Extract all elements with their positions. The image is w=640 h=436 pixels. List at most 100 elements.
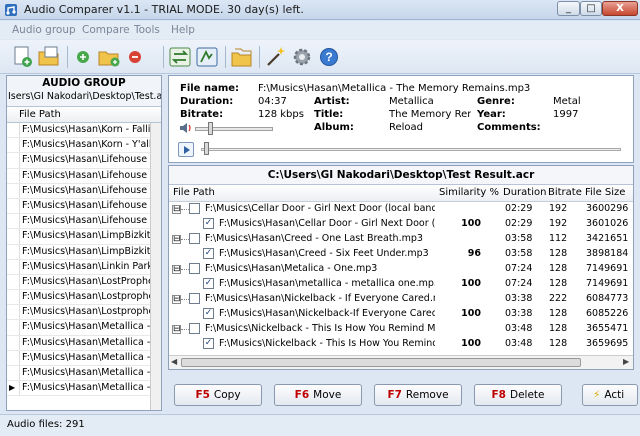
file-list-row[interactable]: F:\Musics\Hasan\Metallica - As (7, 335, 161, 351)
row-checkbox[interactable] (189, 233, 200, 244)
result-group-row[interactable]: ⊟ F:\Musics\Hasan\Creed - One Last Breath… (169, 232, 633, 247)
file-list-row[interactable]: F:\Musics\Hasan\Metallica - Fa (7, 366, 161, 382)
row-checkbox[interactable] (189, 323, 200, 334)
wizard-icon[interactable] (262, 44, 288, 70)
column-file-size[interactable]: File Size (585, 187, 625, 198)
row-checkbox[interactable]: ✓ (203, 248, 214, 259)
close-button[interactable]: X (602, 1, 638, 16)
left-scrollbar[interactable] (150, 123, 161, 410)
speaker-icon (180, 123, 191, 133)
file-list-row[interactable]: F:\Musics\Hasan\LimpBizkit - F (7, 229, 161, 245)
collapse-icon[interactable]: ⊟ (172, 295, 181, 304)
menu-compare[interactable]: Compare (82, 24, 130, 36)
file-path-cell: F:\Musics\Hasan\LimpBizkit - Sh (19, 244, 161, 259)
position-slider[interactable] (201, 148, 621, 151)
file-path-cell: F:\Musics\Hasan\Korn - Y'all W (19, 138, 161, 153)
volume-slider-thumb[interactable] (207, 122, 213, 135)
file-list-row[interactable]: F:\Musics\Hasan\Lostprophets (7, 305, 161, 321)
file-list-row[interactable]: F:\Musics\Hasan\Lifehouse - S (7, 183, 161, 199)
file-size-cell: 3600296 (586, 203, 629, 214)
minimize-button[interactable]: _ (557, 1, 580, 16)
svg-text:?: ? (325, 50, 332, 64)
settings-icon[interactable] (289, 44, 315, 70)
column-duration[interactable]: Duration (503, 187, 546, 198)
file-list-row[interactable]: F:\Musics\Hasan\Korn - Y'all W (7, 138, 161, 154)
file-list-row[interactable]: F:\Musics\Hasan\Lifehouse - H (7, 168, 161, 184)
lightning-icon: ⚡ (593, 389, 601, 401)
collapse-icon[interactable]: ⊟ (172, 265, 181, 274)
copy-button[interactable]: F5 Copy (174, 384, 262, 406)
bitrate-cell: 128 (549, 263, 568, 274)
results-panel: C:\Users\GI Nakodari\Desktop\Test Result… (168, 165, 634, 370)
file-path-cell: F:\Musics\Hasan\LostProphets (19, 274, 161, 290)
file-list-row[interactable]: ▶ F:\Musics\Hasan\Metallica - Th (7, 381, 161, 397)
file-list-row[interactable]: F:\Musics\Hasan\Lostprophets (7, 290, 161, 306)
file-list-row[interactable]: F:\Musics\Hasan\Metallica - Er (7, 350, 161, 366)
row-checkbox[interactable]: ✓ (203, 218, 214, 229)
remove-button[interactable]: F7 Remove (374, 384, 462, 406)
result-match-row[interactable]: ✓ F:\Musics\Hasan\Nickelback-If Everyone … (169, 307, 633, 322)
collapse-icon[interactable]: ⊟ (172, 325, 181, 334)
result-group-row[interactable]: ⊟ F:\Musics\Cellar Door - Girl Next Door … (169, 202, 633, 217)
audio-group-header: AUDIO GROUP (7, 76, 161, 91)
menu-help[interactable]: Help (171, 24, 195, 36)
row-checkbox[interactable]: ✓ (203, 278, 214, 289)
row-checkbox[interactable]: ✓ (203, 308, 214, 319)
column-file-path[interactable]: File Path (7, 107, 161, 123)
column-bitrate[interactable]: Bitrate (548, 187, 582, 198)
file-size-cell: 6084773 (586, 293, 629, 304)
result-match-row[interactable]: ✓ F:\Musics\Hasan\metallica - metallica o… (169, 277, 633, 292)
file-list-row[interactable]: F:\Musics\Hasan\Lifehouse - F (7, 153, 161, 169)
result-file-path: C:\Users\GI Nakodari\Desktop\Test Result… (169, 166, 633, 185)
scroll-left-icon[interactable]: ◀ (171, 357, 177, 366)
column-file-path[interactable]: File Path (173, 187, 215, 198)
remove-label: Remove (405, 389, 449, 401)
compare-files-icon[interactable] (194, 44, 220, 70)
result-match-row[interactable]: ✓ F:\Musics\Nickelback - This Is How You … (169, 337, 633, 352)
collapse-icon[interactable]: ⊟ (172, 205, 181, 214)
file-list-row[interactable]: F:\Musics\Hasan\Korn - Falling (7, 123, 161, 139)
column-similarity[interactable]: Similarity % (439, 187, 499, 198)
file-list-row[interactable]: F:\Musics\Hasan\Linkin Park - (7, 259, 161, 275)
play-button[interactable] (178, 142, 194, 157)
add-folder-icon[interactable] (96, 44, 122, 70)
similarity-cell: 96 (467, 248, 481, 259)
delete-button[interactable]: F8 Delete (474, 384, 562, 406)
result-path: F:\Musics\Hasan\metallica - metallica on… (219, 278, 435, 289)
scrollbar-thumb[interactable] (181, 358, 581, 367)
scroll-right-icon[interactable]: ▶ (623, 357, 629, 366)
file-list-row[interactable]: F:\Musics\Hasan\Lifehouse - Y (7, 198, 161, 215)
row-checkbox[interactable] (189, 293, 200, 304)
collapse-icon[interactable]: ⊟ (172, 235, 181, 244)
help-icon[interactable]: ? (316, 44, 342, 70)
move-button[interactable]: F6 Move (274, 384, 362, 406)
row-checkbox[interactable] (189, 263, 200, 274)
row-checkbox[interactable]: ✓ (203, 338, 214, 349)
row-checkbox[interactable] (189, 203, 200, 214)
position-slider-thumb[interactable] (204, 142, 209, 155)
menu-tools[interactable]: Tools (134, 24, 160, 36)
result-match-row[interactable]: ✓ F:\Musics\Hasan\Cellar Door - Girl Next… (169, 217, 633, 232)
folders-icon[interactable] (229, 44, 255, 70)
results-horizontal-scrollbar[interactable]: ◀ ▶ (169, 355, 633, 369)
file-list-row[interactable]: F:\Musics\Hasan\LostProphets (7, 274, 161, 291)
file-list-row[interactable]: F:\Musics\Hasan\LimpBizkit - Sh (7, 244, 161, 260)
remove-icon[interactable] (122, 44, 148, 70)
add-file-icon[interactable] (70, 44, 96, 70)
file-info-panel: File name: F:\Musics\Hasan\Metallica - T… (168, 75, 634, 163)
new-group-icon[interactable] (10, 44, 36, 70)
result-match-row[interactable]: ✓ F:\Musics\Hasan\Creed - Six Feet Under.… (169, 247, 633, 262)
result-group-row[interactable]: ⊟ F:\Musics\Nickelback - This Is How You … (169, 322, 633, 337)
maximize-button[interactable]: □ (580, 1, 602, 16)
file-list-row[interactable]: F:\Musics\Hasan\Metallica - Or (7, 320, 161, 336)
menu-audio-group[interactable]: Audio group (12, 24, 76, 36)
file-size-cell: 3898184 (586, 248, 629, 259)
file-path-cell: F:\Musics\Hasan\Metallica - Th (19, 381, 161, 396)
result-group-row[interactable]: ⊟ F:\Musics\Hasan\Nickelback - If Everyon… (169, 292, 633, 307)
file-path-cell: F:\Musics\Hasan\Lifehouse - H (19, 168, 161, 183)
open-group-icon[interactable] (36, 44, 62, 70)
compare-icon[interactable] (167, 44, 193, 70)
result-group-row[interactable]: ⊟ F:\Musics\Hasan\Metalica - One.mp3 07:24… (169, 262, 633, 277)
file-list-row[interactable]: F:\Musics\Hasan\Lifehouse - T (7, 214, 161, 230)
action-button[interactable]: ⚡ Acti (582, 384, 638, 406)
